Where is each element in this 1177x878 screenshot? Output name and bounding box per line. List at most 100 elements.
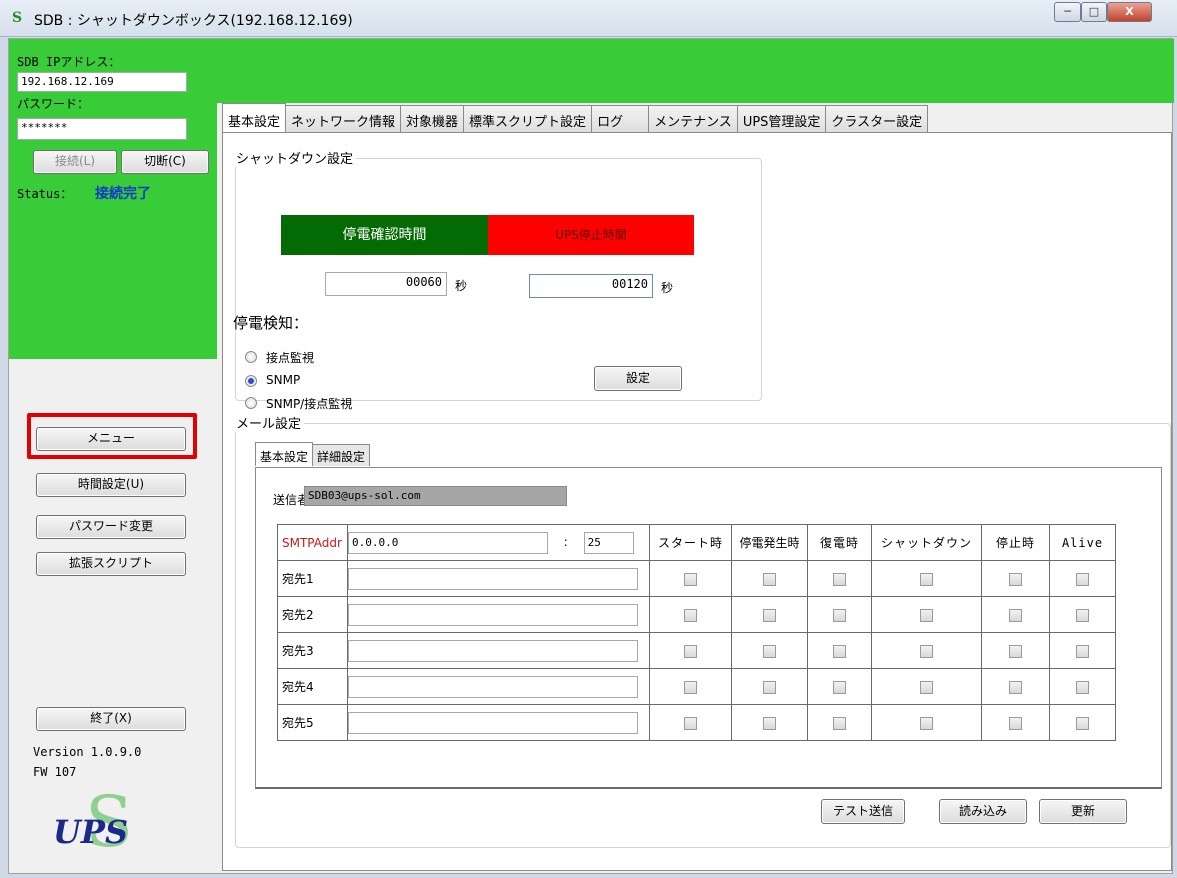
- tab-ups-management[interactable]: UPS管理設定: [736, 105, 827, 132]
- checkbox-start[interactable]: [684, 716, 697, 730]
- recipient-input[interactable]: [348, 567, 638, 590]
- smtp-label: SMTPAddr: [277, 524, 348, 561]
- update-button[interactable]: 更新: [1039, 799, 1127, 824]
- extended-script-button[interactable]: 拡張スクリプト: [36, 552, 186, 576]
- checkbox-alive[interactable]: [1076, 680, 1089, 694]
- connect-button[interactable]: 接続(L): [33, 150, 117, 174]
- maximize-button[interactable]: □: [1081, 2, 1107, 22]
- exit-button[interactable]: 終了(X): [36, 707, 186, 731]
- mail-basic-panel: 送信者 SDB03@ups-sol.com SMTPAddr 0.0.0.0 :…: [255, 467, 1162, 789]
- checkbox-alive[interactable]: [1076, 608, 1089, 622]
- shutdown-settings-group: シャットダウン設定 停電確認時間 UPS停止時間 00060 秒 00120 秒…: [233, 148, 762, 411]
- recipient-input[interactable]: [348, 603, 638, 626]
- ups-stop-unit: 秒: [661, 281, 674, 295]
- checkbox-recovery[interactable]: [833, 644, 846, 658]
- checkbox-stop[interactable]: [1009, 716, 1022, 730]
- recipient-label: 宛先5: [277, 704, 348, 741]
- recipient-label: 宛先2: [277, 596, 348, 633]
- disconnect-button[interactable]: 切断(C): [121, 150, 209, 174]
- checkbox-shutdown[interactable]: [920, 572, 933, 586]
- mail-recipient-table: SMTPAddr 0.0.0.0 : 25 スタート時 停電発生時 復電時 シャ…: [277, 524, 1116, 741]
- checkbox-stop[interactable]: [1009, 680, 1022, 694]
- firmware-text: FW 107: [33, 765, 77, 779]
- checkbox-stop[interactable]: [1009, 608, 1022, 622]
- password-label: パスワード：: [17, 97, 90, 111]
- recipient-row: 宛先1: [277, 560, 1116, 597]
- tab-cluster-settings[interactable]: クラスター設定: [825, 105, 929, 132]
- checkbox-recovery[interactable]: [833, 608, 846, 622]
- mail-tab-basic[interactable]: 基本設定: [255, 442, 314, 466]
- tab-log[interactable]: ログ: [591, 105, 650, 132]
- col-start: スタート時: [649, 524, 732, 561]
- radio-contact-monitoring[interactable]: [245, 351, 257, 363]
- recipient-input[interactable]: [348, 675, 638, 698]
- outage-confirm-time-input[interactable]: 00060: [325, 272, 447, 296]
- checkbox-outage[interactable]: [763, 608, 776, 622]
- recipient-row: 宛先2: [277, 596, 1116, 633]
- contact-monitoring-label: 接点監視: [266, 351, 315, 365]
- checkbox-outage[interactable]: [763, 680, 776, 694]
- outage-detection-label: 停電検知：: [233, 314, 309, 332]
- change-password-button[interactable]: パスワード変更: [36, 515, 186, 539]
- snmp-contact-label: SNMP/接点監視: [266, 397, 353, 411]
- checkbox-stop[interactable]: [1009, 644, 1022, 658]
- outage-confirm-time-label: 停電確認時間: [281, 215, 488, 255]
- checkbox-start[interactable]: [684, 572, 697, 586]
- checkbox-shutdown[interactable]: [920, 716, 933, 730]
- checkbox-alive[interactable]: [1076, 572, 1089, 586]
- radio-snmp[interactable]: [245, 375, 257, 387]
- checkbox-recovery[interactable]: [833, 680, 846, 694]
- mail-group-title: メール設定: [233, 413, 305, 432]
- recipient-input[interactable]: [348, 639, 638, 662]
- port-separator: :: [563, 535, 568, 549]
- checkbox-recovery[interactable]: [833, 716, 846, 730]
- checkbox-recovery[interactable]: [833, 572, 846, 586]
- smtp-address-input[interactable]: 0.0.0.0: [348, 531, 548, 554]
- load-button[interactable]: 読み込み: [939, 799, 1027, 824]
- recipient-input[interactable]: [348, 711, 638, 734]
- checkbox-shutdown[interactable]: [920, 680, 933, 694]
- checkbox-alive[interactable]: [1076, 644, 1089, 658]
- password-field[interactable]: *******: [17, 118, 187, 140]
- window-title: SDB : シャットダウンボックス(192.168.12.169): [34, 13, 353, 29]
- main-tab-bar: 基本設定 ネットワーク情報 対象機器 標準スクリプト設定 ログ メンテナンス U…: [222, 103, 929, 133]
- checkbox-outage[interactable]: [763, 644, 776, 658]
- col-alive: Alive: [1049, 524, 1116, 561]
- recipient-row: 宛先3: [277, 632, 1116, 669]
- checkbox-stop[interactable]: [1009, 572, 1022, 586]
- main-window: SDB IPアドレス： 192.168.12.169 パスワード： ******…: [8, 38, 1174, 874]
- tab-basic-settings[interactable]: 基本設定: [222, 103, 287, 132]
- checkbox-outage[interactable]: [763, 572, 776, 586]
- minimize-button[interactable]: ─: [1054, 2, 1081, 22]
- set-button[interactable]: 設定: [594, 366, 682, 391]
- checkbox-start[interactable]: [684, 680, 697, 694]
- snmp-label: SNMP: [266, 373, 301, 387]
- version-text: Version 1.0.9.0: [33, 745, 142, 759]
- smtp-port-input[interactable]: 25: [583, 531, 634, 554]
- checkbox-outage[interactable]: [763, 716, 776, 730]
- test-send-button[interactable]: テスト送信: [821, 799, 905, 824]
- ups-stop-time-input[interactable]: 00120: [529, 274, 653, 298]
- checkbox-start[interactable]: [684, 608, 697, 622]
- tab-standard-script[interactable]: 標準スクリプト設定: [463, 105, 593, 132]
- time-settings-button[interactable]: 時間設定(U): [36, 473, 186, 497]
- sender-field[interactable]: SDB03@ups-sol.com: [304, 486, 567, 506]
- tab-target-devices[interactable]: 対象機器: [400, 105, 465, 132]
- app-icon: S: [12, 10, 23, 26]
- checkbox-shutdown[interactable]: [920, 608, 933, 622]
- mail-tab-bar: 基本設定 詳細設定: [255, 442, 371, 466]
- checkbox-start[interactable]: [684, 644, 697, 658]
- mail-settings-group: メール設定 基本設定 詳細設定 送信者 SDB03@ups-sol.com SM…: [233, 413, 1171, 848]
- checkbox-shutdown[interactable]: [920, 644, 933, 658]
- mail-tab-detail[interactable]: 詳細設定: [312, 444, 371, 466]
- tab-network-info[interactable]: ネットワーク情報: [285, 105, 402, 132]
- close-button[interactable]: X: [1107, 2, 1152, 22]
- tab-maintenance[interactable]: メンテナンス: [648, 105, 738, 132]
- recipient-row: 宛先5: [277, 704, 1116, 741]
- ups-stop-time-label: UPS停止時間: [488, 215, 694, 255]
- col-outage: 停電発生時: [731, 524, 808, 561]
- radio-snmp-contact[interactable]: [245, 397, 257, 409]
- checkbox-alive[interactable]: [1076, 716, 1089, 730]
- ip-address-field[interactable]: 192.168.12.169: [17, 72, 187, 92]
- menu-button[interactable]: メニュー: [36, 427, 186, 451]
